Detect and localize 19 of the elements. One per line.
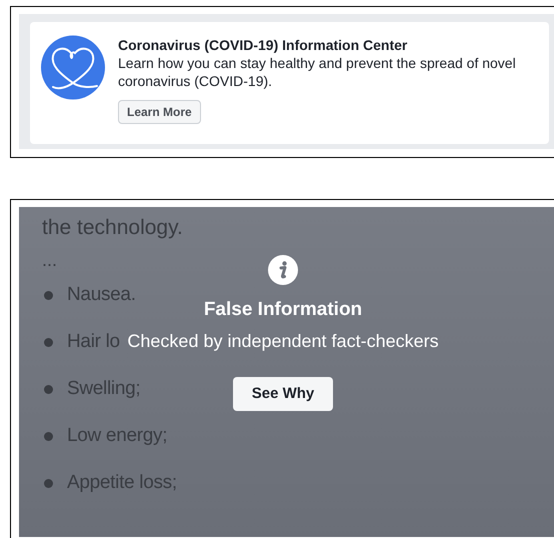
bullet-icon (44, 432, 53, 440)
warning-subtitle: Checked by independent fact-checkers (127, 330, 439, 352)
bullet-icon (44, 478, 53, 488)
list-item: Appetite loss; (67, 471, 177, 495)
list-item: Low energy; (67, 424, 168, 448)
info-icon (268, 255, 298, 285)
bullet-icon (44, 338, 53, 346)
card-description: Learn how you can stay healthy and prevent the spread of novel coronavirus (COVID-19). (118, 54, 517, 90)
card-title: Coronavirus (COVID-19) Information Center (118, 36, 408, 54)
see-why-button[interactable]: See Why (233, 377, 333, 411)
learn-more-button[interactable]: Learn More (118, 100, 201, 124)
post-text: the technology. (42, 216, 183, 240)
bullet-icon (44, 290, 53, 300)
bullet-icon (44, 384, 53, 394)
warning-title: False Information (204, 298, 362, 322)
list-item: Swelling; (67, 377, 140, 401)
post-text: ... (42, 249, 58, 272)
list-item: Nausea. (67, 283, 136, 307)
list-item: Hair lo (67, 330, 120, 354)
